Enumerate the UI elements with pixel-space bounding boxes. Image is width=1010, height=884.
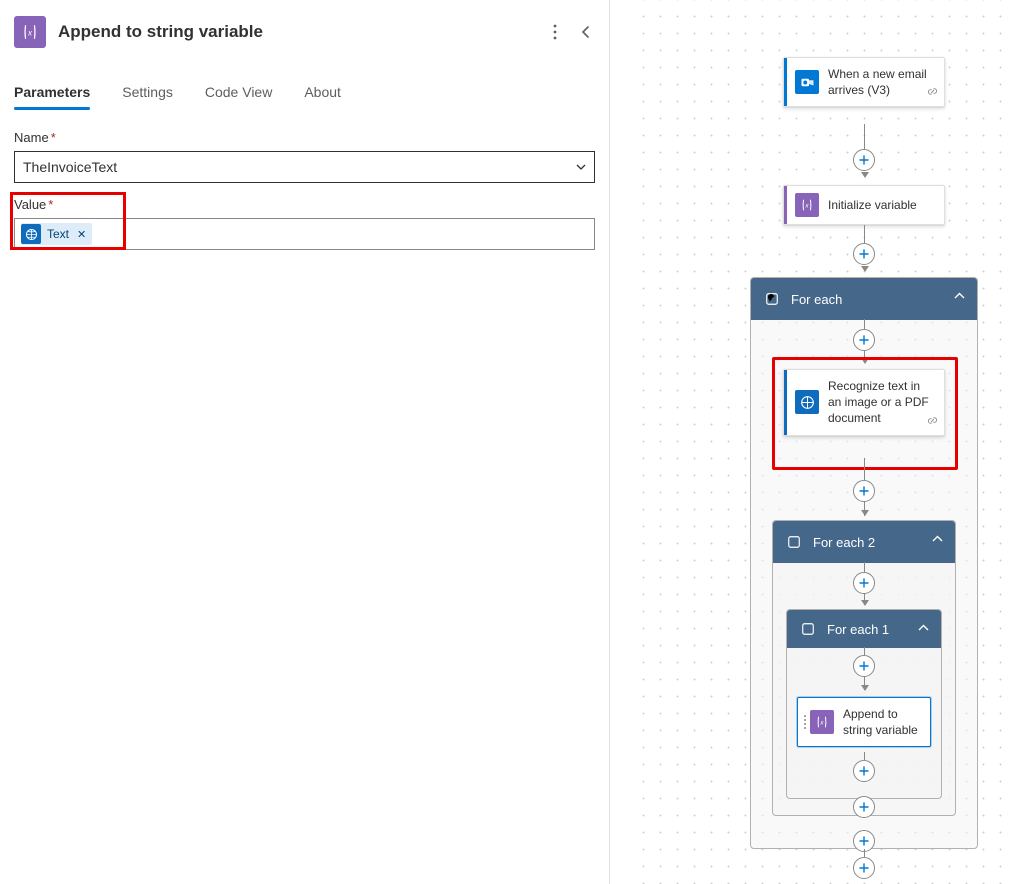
add-step-button[interactable] bbox=[853, 796, 875, 818]
connector bbox=[864, 225, 865, 243]
for-each-header[interactable]: For each bbox=[751, 278, 977, 320]
chevron-up-icon bbox=[918, 624, 929, 631]
add-step-button[interactable] bbox=[853, 149, 875, 171]
node-initialize-variable[interactable]: x Initialize variable bbox=[783, 185, 945, 225]
parameters-form: Name* TheInvoiceText Value* Text ✕ bbox=[14, 130, 595, 250]
connector bbox=[864, 458, 865, 480]
link-icon bbox=[927, 413, 938, 431]
link-icon bbox=[927, 84, 938, 102]
connector bbox=[864, 319, 865, 329]
value-label: Value* bbox=[14, 197, 595, 212]
for-each-label: For each bbox=[791, 292, 963, 307]
arrow-icon bbox=[861, 510, 869, 516]
node-label: Initialize variable bbox=[828, 197, 917, 213]
loop-icon bbox=[765, 292, 779, 306]
variable-icon: x bbox=[14, 16, 46, 48]
connector bbox=[864, 849, 865, 857]
name-select[interactable]: TheInvoiceText bbox=[14, 151, 595, 183]
for-each-1-header[interactable]: For each 1 bbox=[787, 610, 941, 648]
more-button[interactable] bbox=[549, 20, 561, 44]
remove-token-button[interactable]: ✕ bbox=[75, 228, 88, 241]
collapse-button[interactable] bbox=[577, 21, 595, 43]
add-step-button[interactable] bbox=[853, 572, 875, 594]
node-email-trigger[interactable]: When a new email arrives (V3) bbox=[783, 57, 945, 107]
ocr-icon bbox=[21, 224, 41, 244]
arrow-icon bbox=[861, 685, 869, 691]
panel-title: Append to string variable bbox=[58, 22, 549, 42]
panel-tabs: Parameters Settings Code View About bbox=[14, 78, 595, 110]
connector bbox=[864, 124, 865, 149]
for-each-2-label: For each 2 bbox=[813, 535, 941, 550]
connector bbox=[864, 647, 865, 655]
value-token[interactable]: Text ✕ bbox=[21, 223, 92, 245]
node-recognize-text[interactable]: Recognize text in an image or a PDF docu… bbox=[783, 369, 945, 436]
variable-icon: x bbox=[795, 193, 819, 217]
drag-handle-icon[interactable] bbox=[798, 715, 808, 729]
node-append-to-string[interactable]: x Append to string variable bbox=[797, 697, 931, 747]
add-step-button[interactable] bbox=[853, 480, 875, 502]
tab-code-view[interactable]: Code View bbox=[205, 78, 272, 110]
chevron-up-icon bbox=[954, 292, 965, 299]
svg-text:x: x bbox=[819, 720, 824, 727]
add-step-button[interactable] bbox=[853, 760, 875, 782]
name-select-value: TheInvoiceText bbox=[23, 159, 117, 175]
loop-icon bbox=[801, 622, 815, 636]
arrow-icon bbox=[861, 358, 869, 364]
panel-header: x Append to string variable bbox=[14, 14, 595, 50]
node-label: When a new email arrives (V3) bbox=[828, 66, 936, 98]
node-label: Recognize text in an image or a PDF docu… bbox=[828, 378, 936, 427]
name-label: Name* bbox=[14, 130, 595, 145]
ocr-icon bbox=[795, 390, 819, 414]
for-each-1-label: For each 1 bbox=[827, 622, 927, 637]
add-step-button[interactable] bbox=[853, 329, 875, 351]
variable-icon: x bbox=[810, 710, 834, 734]
tab-parameters[interactable]: Parameters bbox=[14, 78, 90, 110]
loop-icon bbox=[787, 535, 801, 549]
chevron-down-icon bbox=[576, 161, 586, 173]
properties-panel: x Append to string variable Parameters S… bbox=[0, 0, 610, 884]
arrow-icon bbox=[861, 266, 869, 272]
value-input[interactable]: Text ✕ bbox=[14, 218, 595, 250]
arrow-icon bbox=[861, 600, 869, 606]
add-step-button[interactable] bbox=[853, 857, 875, 879]
flow-canvas[interactable]: When a new email arrives (V3) x Initiali… bbox=[610, 0, 1010, 884]
arrow-icon bbox=[861, 172, 869, 178]
tab-about[interactable]: About bbox=[304, 78, 341, 110]
add-step-button[interactable] bbox=[853, 243, 875, 265]
value-token-label: Text bbox=[47, 227, 69, 241]
tab-settings[interactable]: Settings bbox=[122, 78, 173, 110]
connector bbox=[864, 752, 865, 760]
for-each-2-header[interactable]: For each 2 bbox=[773, 521, 955, 563]
outlook-icon bbox=[795, 70, 819, 94]
node-label: Append to string variable bbox=[843, 706, 922, 738]
svg-text:x: x bbox=[804, 203, 809, 210]
add-step-button[interactable] bbox=[853, 655, 875, 677]
connector bbox=[864, 562, 865, 572]
chevron-up-icon bbox=[932, 535, 943, 542]
